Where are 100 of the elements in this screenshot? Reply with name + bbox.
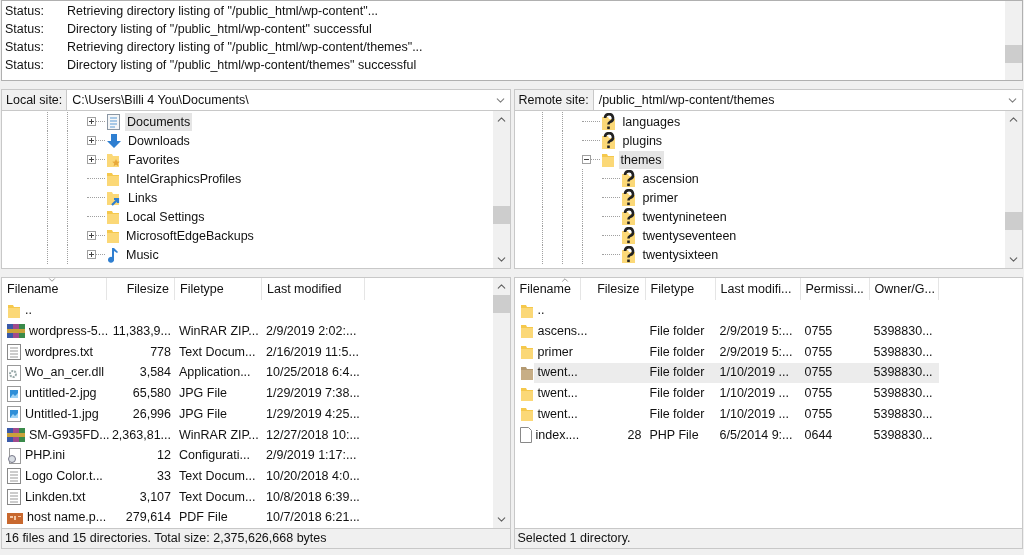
tree-item[interactable]: primer [640, 188, 680, 208]
tree-item[interactable]: Links [126, 188, 160, 208]
tree-item[interactable]: themes [618, 150, 664, 170]
tree-item[interactable]: twentysixteen [640, 245, 721, 265]
question-folder-icon [620, 226, 637, 245]
table-cell: 5398830... [869, 362, 939, 384]
column-header[interactable]: Owner/G... [869, 278, 939, 301]
scrollbar-thumb[interactable] [1005, 212, 1022, 231]
folder-icon [519, 385, 534, 402]
tree-item[interactable]: languages [620, 112, 683, 132]
file-row-name[interactable]: twent... [533, 403, 582, 425]
file-row-name[interactable]: primer [533, 341, 581, 363]
file-row-name[interactable]: Logo Color.t... [21, 465, 107, 487]
tree-item[interactable]: Downloads [126, 131, 192, 151]
table-cell-text: 0755 [803, 323, 834, 341]
file-row-name[interactable]: twent... [533, 383, 582, 404]
expand-icon[interactable] [87, 231, 96, 241]
tree-item[interactable]: twentynineteen [640, 207, 729, 227]
file-row-name[interactable]: untitled-2.jpg [21, 383, 107, 404]
table-cell-text: 1/10/2019 ... [718, 385, 790, 403]
column-header[interactable]: Filetype [645, 278, 716, 301]
tree-item[interactable]: Favorites [126, 150, 182, 170]
tree-item[interactable]: plugins [620, 131, 665, 151]
table-cell-text: 0755 [803, 385, 834, 403]
file-row-name[interactable]: PHP.ini [21, 445, 107, 466]
file-row-name[interactable]: index.... [531, 424, 584, 446]
music-note-icon [106, 246, 120, 263]
folder-icon [519, 364, 534, 381]
tree-item[interactable]: IntelGraphicsProfiles [124, 169, 244, 189]
image-file-icon [7, 406, 21, 423]
column-header[interactable]: Permissi... [800, 278, 870, 301]
scrollbar-thumb[interactable] [1005, 45, 1022, 63]
shortcut-folder-icon [106, 189, 122, 206]
archive-icon [7, 323, 25, 340]
expand-icon[interactable] [87, 136, 96, 146]
table-cell-text: Configurati... [178, 447, 251, 465]
star-folder-icon [106, 151, 122, 168]
site-label: Local site: [2, 90, 68, 111]
download-arrow-icon [106, 132, 122, 149]
tree-item[interactable]: ascension [640, 169, 701, 189]
gear-file-icon [7, 447, 21, 464]
log-message: Directory listing of "/public_html/wp-content/themes" successful [67, 56, 417, 74]
log-message: Retrieving directory listing of "/public_html/wp-content"... [67, 2, 379, 20]
file-row-name[interactable]: Linkden.txt [21, 486, 107, 508]
file-row-name[interactable]: wordpres.txt [21, 341, 107, 363]
column-header[interactable]: Last modified [262, 278, 365, 301]
file-row-name[interactable]: twent... [533, 362, 582, 384]
file-row-name[interactable]: host name.p... [23, 507, 111, 528]
table-cell-text: 2/9/2019 5:... [718, 343, 794, 361]
tree-item[interactable]: Local Settings [124, 207, 207, 227]
table-cell-text: 28 [626, 426, 643, 444]
question-folder-icon [620, 169, 637, 188]
path-dropdown[interactable]: C:\Users\Billi 4 You\Documents\ [67, 90, 510, 111]
question-folder-icon [600, 131, 617, 150]
column-header[interactable]: Filesize [107, 278, 175, 301]
table-cell-text: 6/5/2014 9:... [718, 426, 794, 444]
table-cell-text: File folder [648, 385, 706, 403]
tree-item[interactable]: Documents [125, 112, 193, 132]
column-header[interactable]: Filename [2, 278, 107, 301]
file-row-name[interactable]: .. [21, 300, 107, 322]
table-cell-text: 11,383,9... [111, 323, 172, 341]
column-header[interactable]: Filename [514, 278, 581, 301]
tree-item[interactable]: MicrosoftEdgeBackups [124, 226, 256, 246]
folder-icon [519, 302, 534, 319]
file-row-name[interactable]: ascens... [533, 321, 592, 342]
scrollbar-thumb[interactable] [492, 295, 510, 314]
status-text: Selected 1 directory. [516, 530, 631, 548]
tree-item[interactable]: Music [124, 245, 161, 265]
table-cell-text: File folder [648, 323, 706, 341]
expand-icon[interactable] [87, 155, 96, 165]
table-cell-text: 5398830... [872, 323, 934, 341]
table-cell-text: 2,363,81... [110, 426, 172, 444]
tree-item[interactable]: twentyseventeen [640, 226, 739, 246]
table-cell-text: 12 [156, 447, 172, 465]
folder-icon [600, 151, 615, 168]
column-header[interactable]: Filesize [580, 278, 646, 301]
table-cell-text: Text Docum... [178, 467, 257, 485]
table-cell-text: 2/9/2019 1:17:... [265, 447, 358, 465]
table-cell-text: 5398830... [872, 426, 934, 444]
table-cell-text: JPG File [178, 405, 228, 423]
table-cell-text: File folder [648, 405, 706, 423]
column-header[interactable]: Filetype [175, 278, 262, 301]
column-header[interactable]: Last modifi... [715, 278, 801, 301]
table-cell-text: 65,580 [131, 385, 172, 403]
table-cell-text: PDF File [178, 509, 229, 527]
log-message: Directory listing of "/public_html/wp-content" successful [67, 20, 372, 38]
log-label: Status: [4, 38, 45, 56]
file-row-name[interactable]: .. [533, 300, 581, 322]
expand-icon[interactable] [87, 117, 96, 127]
collapse-icon[interactable] [581, 155, 591, 165]
file-row-name[interactable]: wordpress-5... [25, 321, 113, 342]
file-row-name[interactable]: Untitled-1.jpg [21, 403, 107, 425]
table-cell-text: 778 [149, 343, 172, 361]
path-dropdown[interactable]: /public_html/wp-content/themes [593, 90, 1022, 111]
table-cell-text: 1/10/2019 ... [718, 405, 790, 423]
site-label: Remote site: [514, 90, 594, 111]
expand-icon[interactable] [87, 250, 96, 260]
table-cell-text: 10/7/2018 6:21... [265, 509, 361, 527]
file-row-name[interactable]: Wo_an_cer.dll [21, 362, 108, 384]
scrollbar-thumb[interactable] [492, 206, 510, 225]
